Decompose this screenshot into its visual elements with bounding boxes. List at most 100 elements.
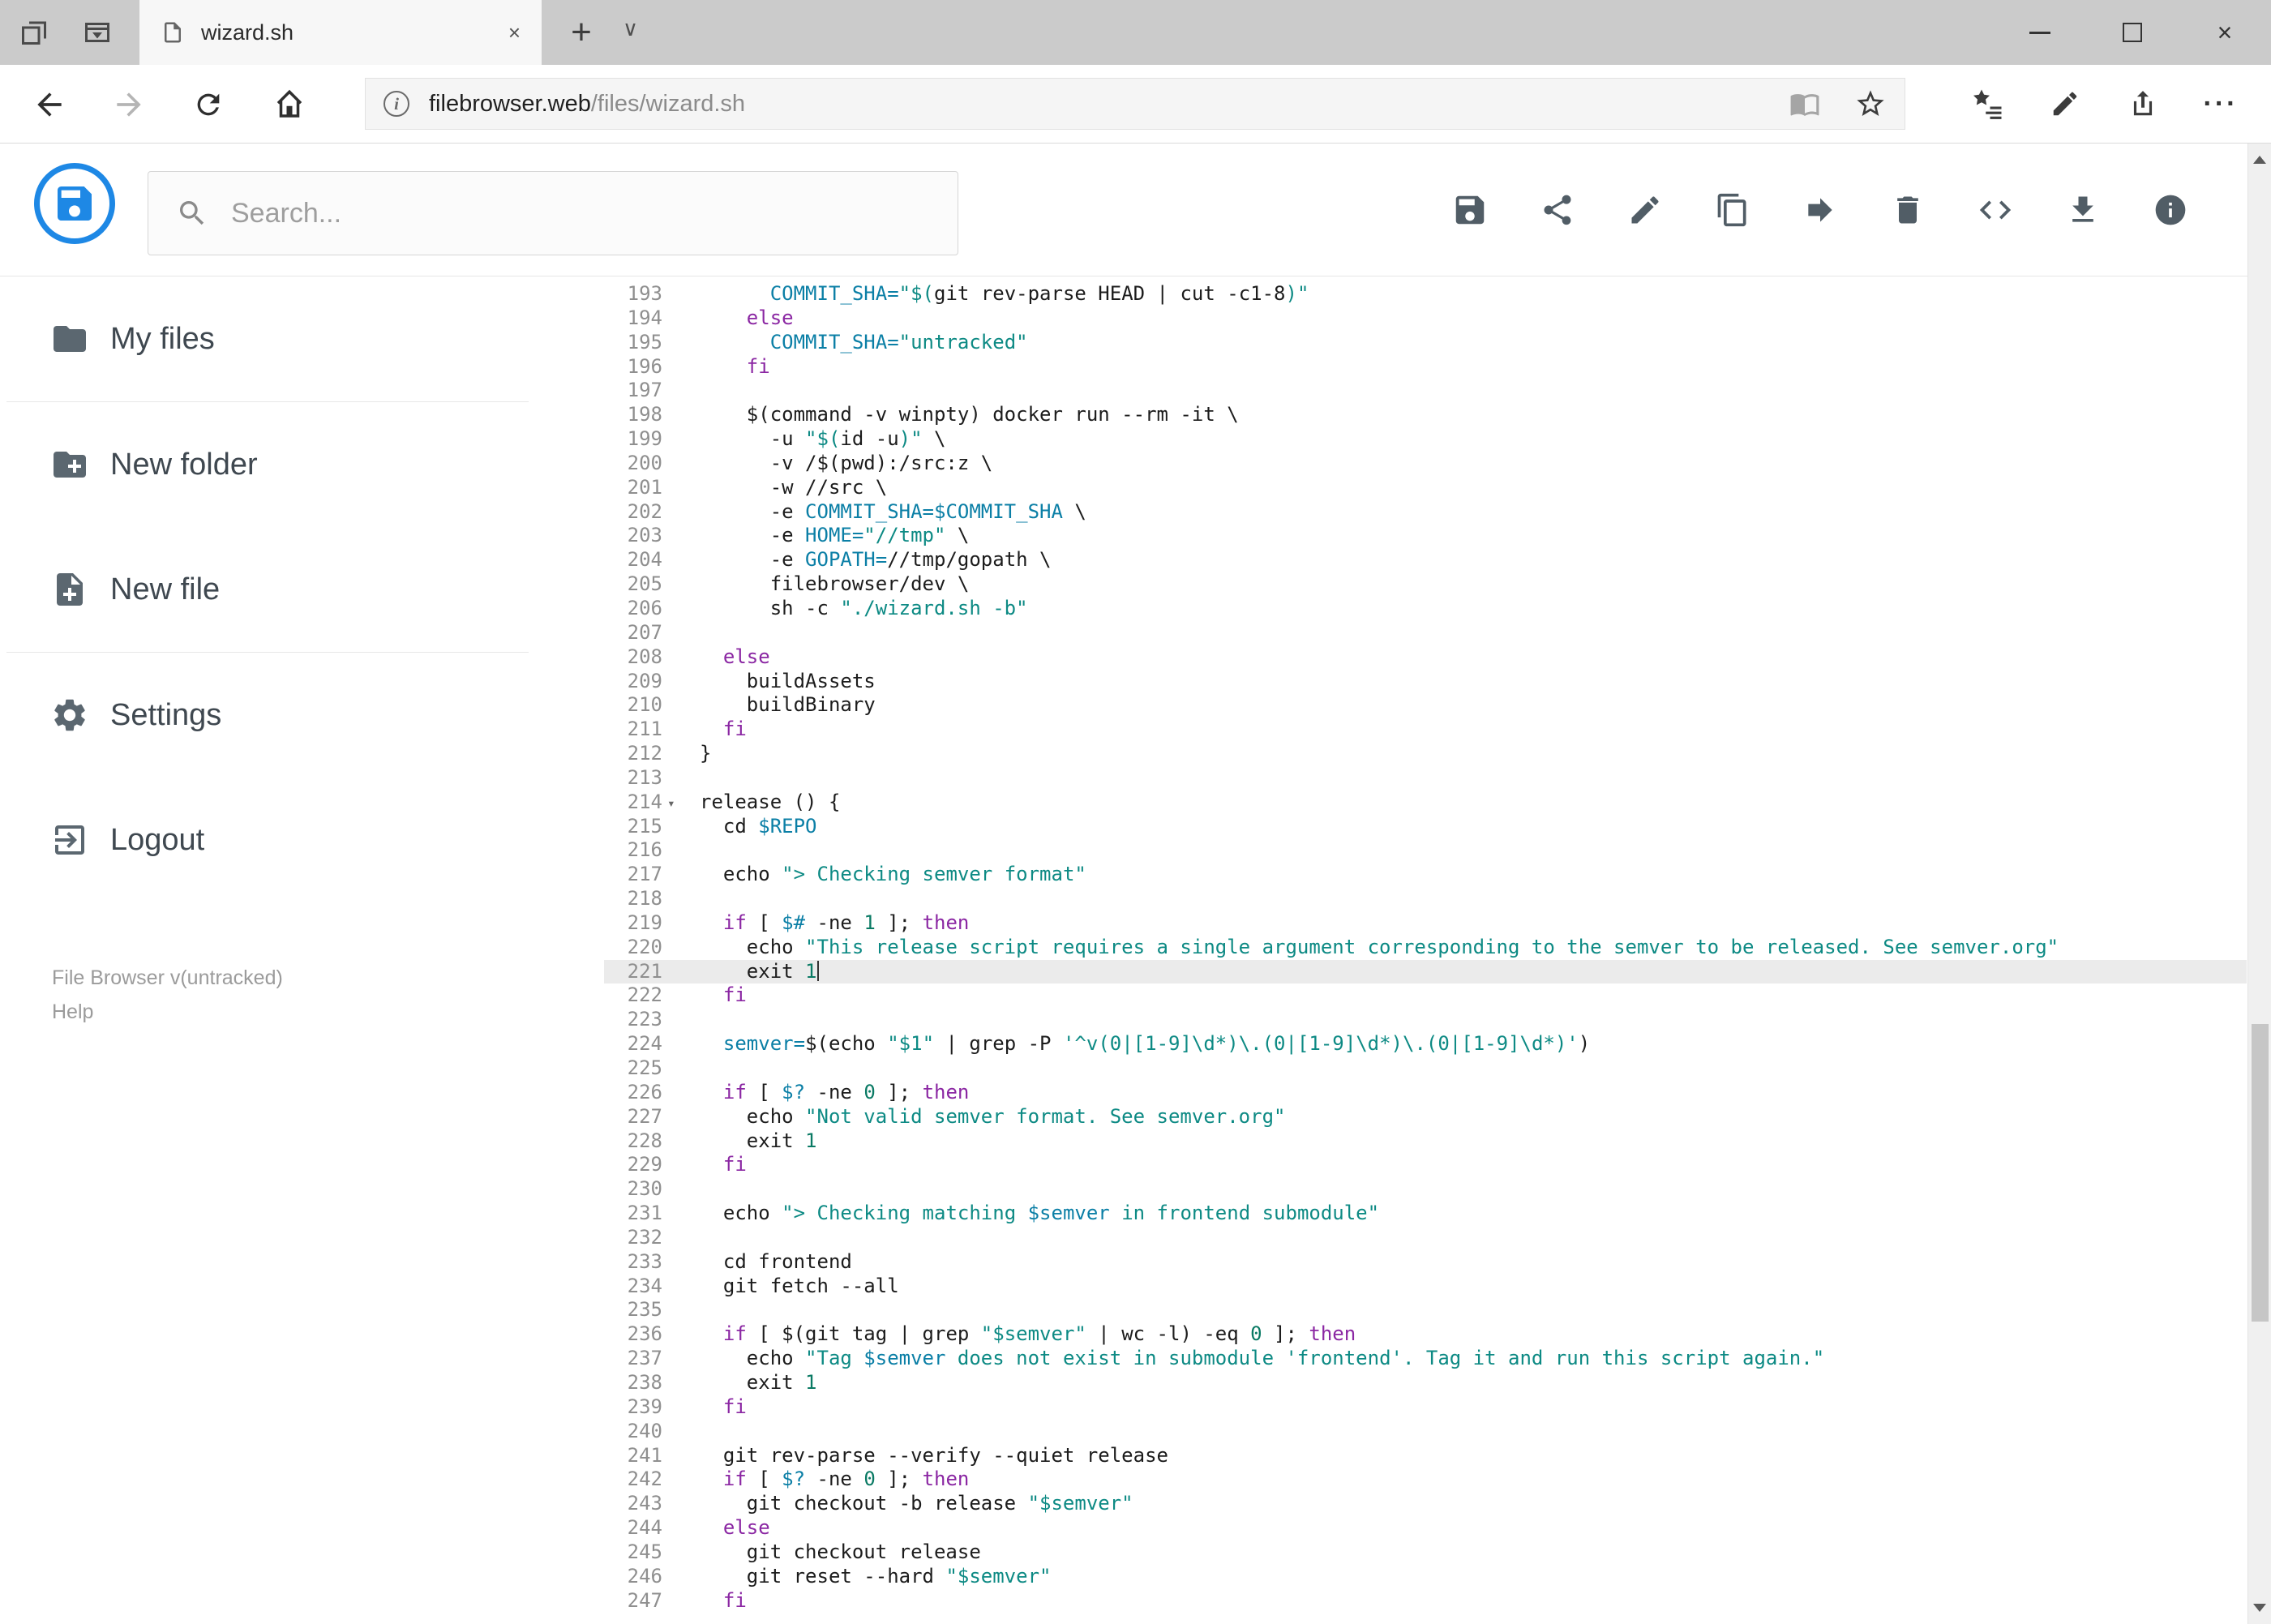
tab-previews-chevron-icon[interactable]: ∨ (623, 16, 638, 41)
code-line[interactable]: 198 $(command -v winpty) docker run --rm… (604, 403, 2247, 427)
code-line[interactable]: 217 echo "> Checking semver format" (604, 863, 2247, 887)
code-line[interactable]: 196 fi (604, 355, 2247, 379)
rename-button[interactable] (1626, 191, 1664, 229)
code-line[interactable]: 237 echo "Tag $semver does not exist in … (604, 1347, 2247, 1371)
code-line[interactable]: 219 if [ $# -ne 1 ]; then (604, 911, 2247, 936)
code-line[interactable]: 222 fi (604, 983, 2247, 1008)
code-line[interactable]: 245 git checkout release (604, 1540, 2247, 1565)
code-line[interactable]: 236 if [ $(git tag | grep "$semver" | wc… (604, 1322, 2247, 1347)
forward-button[interactable] (109, 84, 149, 125)
code-line[interactable]: 208 else (604, 645, 2247, 670)
tab-close-icon[interactable]: × (508, 22, 521, 43)
code-line[interactable]: 203 -e HOME="//tmp" \ (604, 524, 2247, 548)
code-line[interactable]: 211 fi (604, 718, 2247, 742)
code-editor[interactable]: 193 COMMIT_SHA="$(git rev-parse HEAD | c… (604, 282, 2247, 1620)
code-line[interactable]: 246 git reset --hard "$semver" (604, 1565, 2247, 1589)
code-line[interactable]: 202 -e COMMIT_SHA=$COMMIT_SHA \ (604, 500, 2247, 525)
code-line[interactable]: 194 else (604, 306, 2247, 331)
code-line[interactable]: 228 exit 1 (604, 1129, 2247, 1154)
code-line[interactable]: 224 semver=$(echo "$1" | grep -P '^v(0|[… (604, 1032, 2247, 1056)
save-button[interactable] (1451, 191, 1489, 229)
copy-button[interactable] (1714, 191, 1751, 229)
sidebar-item-my-files[interactable]: My files (0, 276, 535, 401)
code-line[interactable]: 209 buildAssets (604, 670, 2247, 694)
code-line[interactable]: 218 (604, 887, 2247, 911)
close-window-button[interactable]: × (2179, 0, 2271, 65)
code-line[interactable]: 212} (604, 742, 2247, 766)
code-line[interactable]: 216 (604, 838, 2247, 863)
maximize-button[interactable] (2086, 0, 2179, 65)
site-info-icon[interactable]: i (383, 91, 409, 117)
code-line[interactable]: 213 (604, 766, 2247, 791)
code-line[interactable]: 241 git rev-parse --verify --quiet relea… (604, 1444, 2247, 1468)
code-line[interactable]: 227 echo "Not valid semver format. See s… (604, 1105, 2247, 1129)
search-input[interactable] (231, 197, 930, 229)
new-tab-button[interactable]: + (559, 10, 603, 55)
back-button[interactable] (29, 84, 70, 125)
code-line[interactable]: 205 filebrowser/dev \ (604, 572, 2247, 597)
code-line[interactable]: 242 if [ $? -ne 0 ]; then (604, 1468, 2247, 1492)
code-line[interactable]: 214 ▾ release () { (604, 791, 2247, 815)
code-line[interactable]: 200 -v /$(pwd):/src:z \ (604, 452, 2247, 476)
code-line[interactable]: 244 else (604, 1516, 2247, 1540)
code-line[interactable]: 225 (604, 1056, 2247, 1081)
set-tabs-aside-button[interactable] (15, 13, 54, 52)
code-line[interactable]: 240 (604, 1420, 2247, 1444)
code-view-button[interactable] (1977, 191, 2014, 229)
code-line[interactable]: 230 (604, 1177, 2247, 1202)
code-line[interactable]: 210 buildBinary (604, 693, 2247, 718)
code-line[interactable]: 207 (604, 621, 2247, 645)
code-line[interactable]: 232 (604, 1226, 2247, 1250)
code-line[interactable]: 201 -w //src \ (604, 476, 2247, 500)
code-line[interactable]: 239 fi (604, 1395, 2247, 1420)
code-line[interactable]: 223 (604, 1008, 2247, 1032)
download-button[interactable] (2064, 191, 2102, 229)
favorite-star-icon[interactable] (1854, 88, 1887, 120)
scrollbar-thumb[interactable] (2252, 1024, 2269, 1322)
share-page-icon[interactable] (2125, 86, 2161, 122)
code-line[interactable]: 233 cd frontend (604, 1250, 2247, 1275)
code-line[interactable]: 197 (604, 379, 2247, 403)
code-line[interactable]: 235 (604, 1298, 2247, 1322)
sidebar-item-settings[interactable]: Settings (0, 653, 535, 778)
code-line[interactable]: 215 cd $REPO (604, 815, 2247, 839)
address-bar[interactable]: i filebrowser.web/files/wizard.sh (365, 78, 1905, 130)
code-line[interactable]: 206 sh -c "./wizard.sh -b" (604, 597, 2247, 621)
code-line[interactable]: 204 -e GOPATH=//tmp/gopath \ (604, 548, 2247, 572)
info-button[interactable] (2152, 191, 2189, 229)
code-line[interactable]: 221 exit 1 (604, 959, 2247, 984)
fold-marker-icon[interactable]: ▾ (667, 791, 675, 816)
code-line[interactable]: 234 git fetch --all (604, 1275, 2247, 1299)
vertical-scrollbar[interactable] (2247, 144, 2271, 1624)
help-link[interactable]: Help (52, 995, 283, 1029)
code-line[interactable]: 243 git checkout -b release "$semver" (604, 1492, 2247, 1516)
home-button[interactable] (269, 84, 310, 125)
refresh-button[interactable] (188, 84, 229, 125)
tab-preview-button[interactable] (78, 13, 117, 52)
reading-view-icon[interactable] (1789, 88, 1820, 119)
code-line[interactable]: 193 COMMIT_SHA="$(git rev-parse HEAD | c… (604, 282, 2247, 306)
sidebar-item-logout[interactable]: Logout (0, 778, 535, 902)
code-line[interactable]: 220 echo "This release script requires a… (604, 936, 2247, 960)
scroll-up-button[interactable] (2248, 144, 2271, 176)
search-box[interactable] (148, 171, 958, 255)
code-line[interactable]: 195 COMMIT_SHA="untracked" (604, 331, 2247, 355)
code-line[interactable]: 229 fi (604, 1153, 2247, 1177)
minimize-button[interactable] (1994, 0, 2086, 65)
delete-button[interactable] (1889, 191, 1926, 229)
code-line[interactable]: 238 exit 1 (604, 1371, 2247, 1395)
web-note-icon[interactable] (2047, 86, 2083, 122)
more-options-icon[interactable]: ··· (2203, 86, 2239, 122)
move-button[interactable] (1802, 191, 1839, 229)
code-line[interactable]: 247 fi (604, 1589, 2247, 1613)
sidebar-item-new-file[interactable]: New file (0, 527, 535, 652)
share-button[interactable] (1539, 191, 1576, 229)
favorites-hub-icon[interactable] (1969, 86, 2005, 122)
code-line[interactable]: 231 echo "> Checking matching $semver in… (604, 1202, 2247, 1226)
sidebar-item-new-folder[interactable]: New folder (0, 402, 535, 527)
active-tab[interactable]: wizard.sh × (139, 0, 542, 65)
code-line[interactable]: 199 -u "$(id -u)" \ (604, 427, 2247, 452)
code-line[interactable]: 226 if [ $? -ne 0 ]; then (604, 1081, 2247, 1105)
scroll-down-button[interactable] (2248, 1592, 2271, 1624)
filebrowser-logo[interactable] (34, 163, 115, 244)
